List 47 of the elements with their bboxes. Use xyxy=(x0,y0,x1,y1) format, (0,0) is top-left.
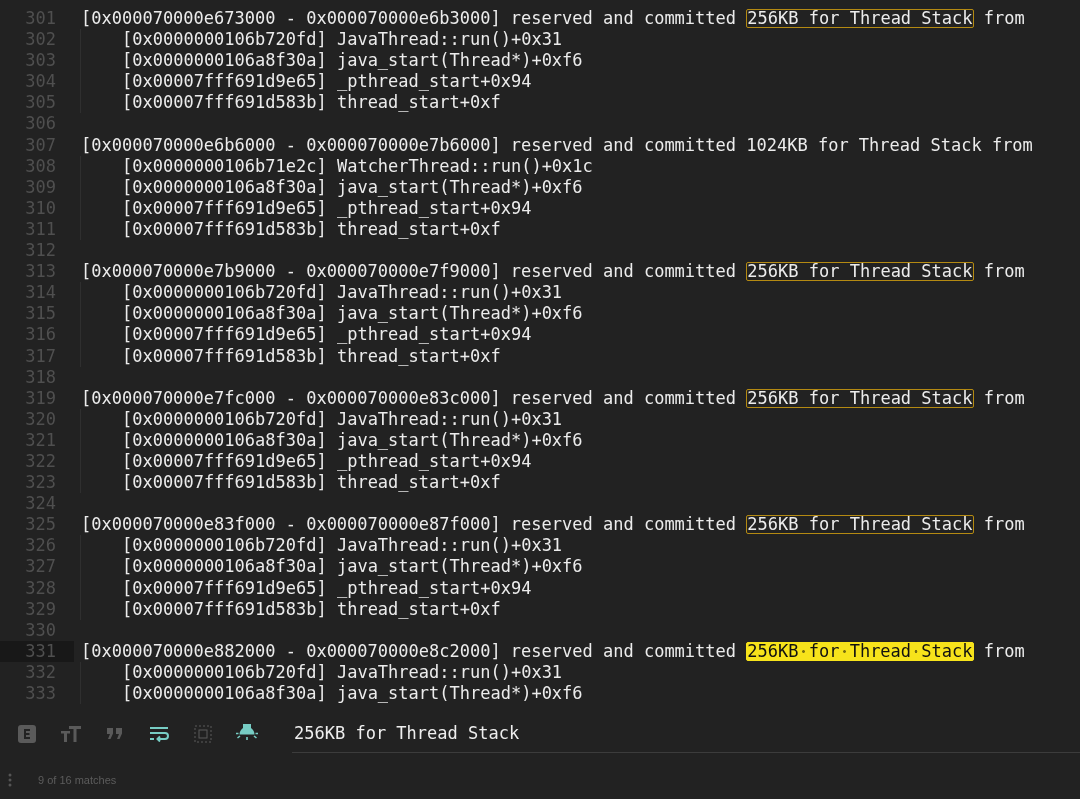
code-text: [0x0000000106a8f30a] java_start(Thread*)+0xf6 xyxy=(122,303,583,325)
code-text: [0x000070000e7b9000 - 0x000070000e7f9000] reserved and committed xyxy=(81,261,738,283)
code-text: [0x000070000e882000 - 0x000070000e8c2000] reserved and committed xyxy=(81,640,738,662)
selection-toggle[interactable] xyxy=(192,722,214,745)
code-text: [0x0000000106b720fd] JavaThread::run()+0x31 xyxy=(122,282,563,304)
code-text: [0x00007fff691d9e65] _pthread_start+0x94 xyxy=(122,71,532,93)
code-text: [0x0000000106b720fd] JavaThread::run()+0x31 xyxy=(122,408,563,430)
code-text: [0x0000000106b720fd] JavaThread::run()+0x31 xyxy=(122,661,563,683)
code-text: from xyxy=(982,640,1025,662)
code-text: [0x0000000106b71e2c] WatcherThread::run()+0x1c xyxy=(122,155,593,177)
code-text: from xyxy=(982,387,1025,409)
code-text: [0x0000000106a8f30a] java_start(Thread*)+0xf6 xyxy=(122,683,583,705)
code-text: [0x000070000e7fc000 - 0x000070000e83c000] reserved and committed xyxy=(81,387,738,409)
code-text: [0x00007fff691d9e65] _pthread_start+0x94 xyxy=(122,324,532,346)
more-icon[interactable] xyxy=(8,773,12,787)
code-text: [0x0000000106b720fd] JavaThread::run()+0x31 xyxy=(122,29,563,51)
code-text: [0x0000000106b720fd] JavaThread::run()+0x31 xyxy=(122,535,563,557)
search-match: 256KB for Thread Stack xyxy=(746,388,974,408)
code-text: [0x00007fff691d583b] thread_start+0xf xyxy=(122,345,501,367)
code-text: [0x000070000e673000 - 0x000070000e6b3000] reserved and committed xyxy=(81,8,738,30)
selection-icon xyxy=(194,724,212,743)
code-text: from xyxy=(982,8,1025,30)
search-match: 256KB for Thread Stack xyxy=(746,9,974,28)
text-size-icon xyxy=(61,725,81,742)
wrap-icon xyxy=(149,725,169,742)
quote-icon xyxy=(107,728,123,739)
code-text: from xyxy=(982,514,1025,536)
code-text: [0x00007fff691d9e65] _pthread_start+0x94 xyxy=(122,450,532,473)
search-match: 256KB for Thread Stack xyxy=(746,641,974,661)
code-text: [0x000070000e83f000 - 0x000070000e87f000] reserved and committed xyxy=(81,514,738,536)
search-match: 256KB for Thread Stack xyxy=(746,515,974,535)
code-text: [0x0000000106a8f30a] java_start(Thread*)+0xf6 xyxy=(122,176,583,198)
code-text: [0x0000000106a8f30a] java_start(Thread*)+0xf6 xyxy=(122,556,583,578)
code-text: [0x00007fff691d583b] thread_start+0xf xyxy=(122,92,501,114)
regex-toggle[interactable] xyxy=(16,722,38,745)
regex-icon xyxy=(18,724,36,743)
code-text: [0x000070000e6b6000 - 0x000070000e7b6000] reserved and committed 1024KB for Thread Stack from xyxy=(81,134,1033,156)
code-text: [0x00007fff691d9e65] _pthread_start+0x94 xyxy=(122,197,532,219)
code-text: [0x0000000106a8f30a] java_start(Thread*)+0xf6 xyxy=(122,429,583,451)
code-text: from xyxy=(982,261,1025,283)
search-match: 256KB for Thread Stack xyxy=(746,262,974,282)
code-text: [0x00007fff691d583b] thread_start+0xf xyxy=(122,218,501,241)
code-text: [0x00007fff691d583b] thread_start+0xf xyxy=(122,598,501,620)
code-text: [0x00007fff691d9e65] _pthread_start+0x94 xyxy=(122,577,532,599)
search-field[interactable]: 256KB for Thread Stack xyxy=(292,714,1080,753)
code-text: [0x0000000106a8f30a] java_start(Thread*)+0xf6 xyxy=(122,50,583,72)
code-text: [0x00007fff691d583b] thread_start+0xf xyxy=(122,472,501,494)
